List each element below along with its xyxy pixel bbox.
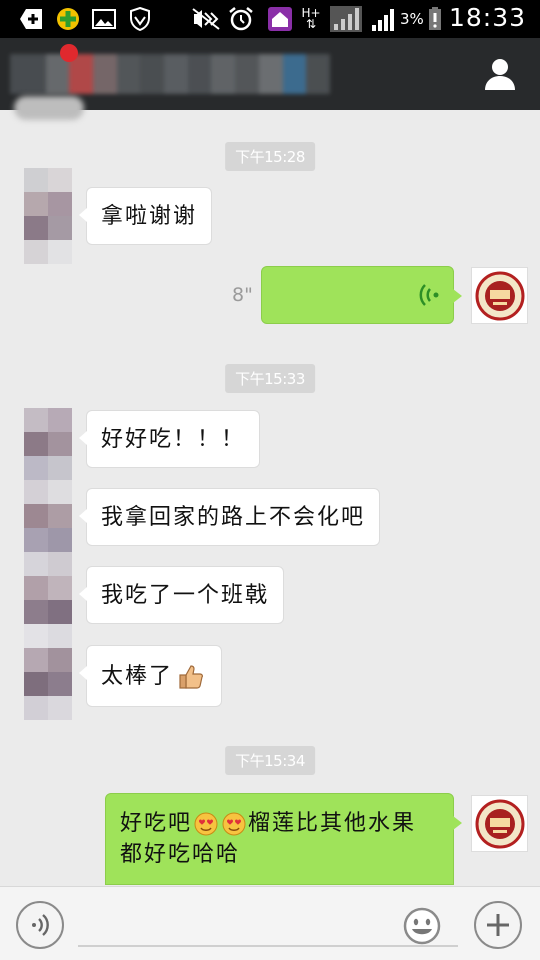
more-button[interactable] xyxy=(474,901,522,949)
voice-wave-icon xyxy=(419,284,439,306)
clock: 18:33 xyxy=(448,3,526,32)
voice-input-button[interactable] xyxy=(16,901,64,949)
message-line-2: 都好吃哈哈 xyxy=(120,842,241,867)
message-text: 我吃了一个班戟 xyxy=(101,582,270,608)
heart-eyes-icon xyxy=(222,812,246,835)
my-avatar[interactable] xyxy=(471,267,528,324)
signal-strength-icon xyxy=(370,7,398,31)
message-text: 榴莲比其他水果 xyxy=(248,811,417,836)
add-icon xyxy=(20,7,44,31)
outgoing-voice-message[interactable] xyxy=(261,266,462,324)
blurred-overlay xyxy=(14,96,84,120)
unread-badge xyxy=(60,44,78,62)
plus-icon xyxy=(487,914,509,936)
incoming-message[interactable]: 太棒了 xyxy=(78,645,223,707)
message-text: 好好吃！！！ xyxy=(101,426,246,452)
shop-logo-icon xyxy=(475,271,524,320)
contact-avatar[interactable] xyxy=(24,168,72,264)
contact-avatar-column[interactable] xyxy=(24,408,72,720)
message-text: 太棒了 xyxy=(101,663,174,689)
voice-input-icon xyxy=(32,914,49,936)
status-bar: H+ ⇅ 3% 18:33 xyxy=(0,0,540,38)
chat-title-pixelated xyxy=(10,46,330,102)
mute-icon xyxy=(192,7,220,31)
incoming-message[interactable]: 我吃了一个班戟 xyxy=(78,566,285,624)
person-icon xyxy=(485,59,515,90)
shop-logo-icon xyxy=(475,799,524,848)
smiley-icon xyxy=(403,907,441,945)
data-arrows-icon: H+ ⇅ xyxy=(301,6,321,31)
incoming-message[interactable]: 我拿回家的路上不会化吧 xyxy=(78,488,381,546)
heart-eyes-icon xyxy=(194,812,218,835)
thumbs-up-icon xyxy=(179,665,204,689)
message-text: 我拿回家的路上不会化吧 xyxy=(101,504,366,530)
gallery-icon xyxy=(92,7,116,31)
home-icon xyxy=(268,7,292,31)
profile-button[interactable] xyxy=(482,56,518,92)
shield-icon xyxy=(128,7,152,31)
timestamp: 下午15:33 xyxy=(225,364,315,393)
my-avatar[interactable] xyxy=(471,795,528,852)
chat-input-bar xyxy=(0,886,540,960)
message-input[interactable] xyxy=(78,907,458,947)
battery-percent: 3% xyxy=(400,10,424,28)
message-line-1: 好吃吧 榴莲比其他水果 xyxy=(120,808,416,839)
voice-duration: 8" xyxy=(232,284,253,306)
battery-icon xyxy=(428,7,442,31)
message-text: 好吃吧 xyxy=(120,811,193,836)
incoming-message[interactable]: 拿啦谢谢 xyxy=(78,187,213,245)
incoming-message[interactable]: 好好吃！！！ xyxy=(78,410,261,468)
outgoing-message[interactable]: 好吃吧 榴莲比其他水果 都好吃哈哈 xyxy=(105,793,462,885)
alarm-icon xyxy=(228,7,254,31)
message-text: 拿啦谢谢 xyxy=(101,203,198,229)
timestamp: 下午15:34 xyxy=(225,746,315,775)
signal-bars-icon xyxy=(330,6,362,32)
security-app-icon xyxy=(56,7,80,31)
emoji-button[interactable] xyxy=(403,907,441,945)
timestamp: 下午15:28 xyxy=(225,142,315,171)
